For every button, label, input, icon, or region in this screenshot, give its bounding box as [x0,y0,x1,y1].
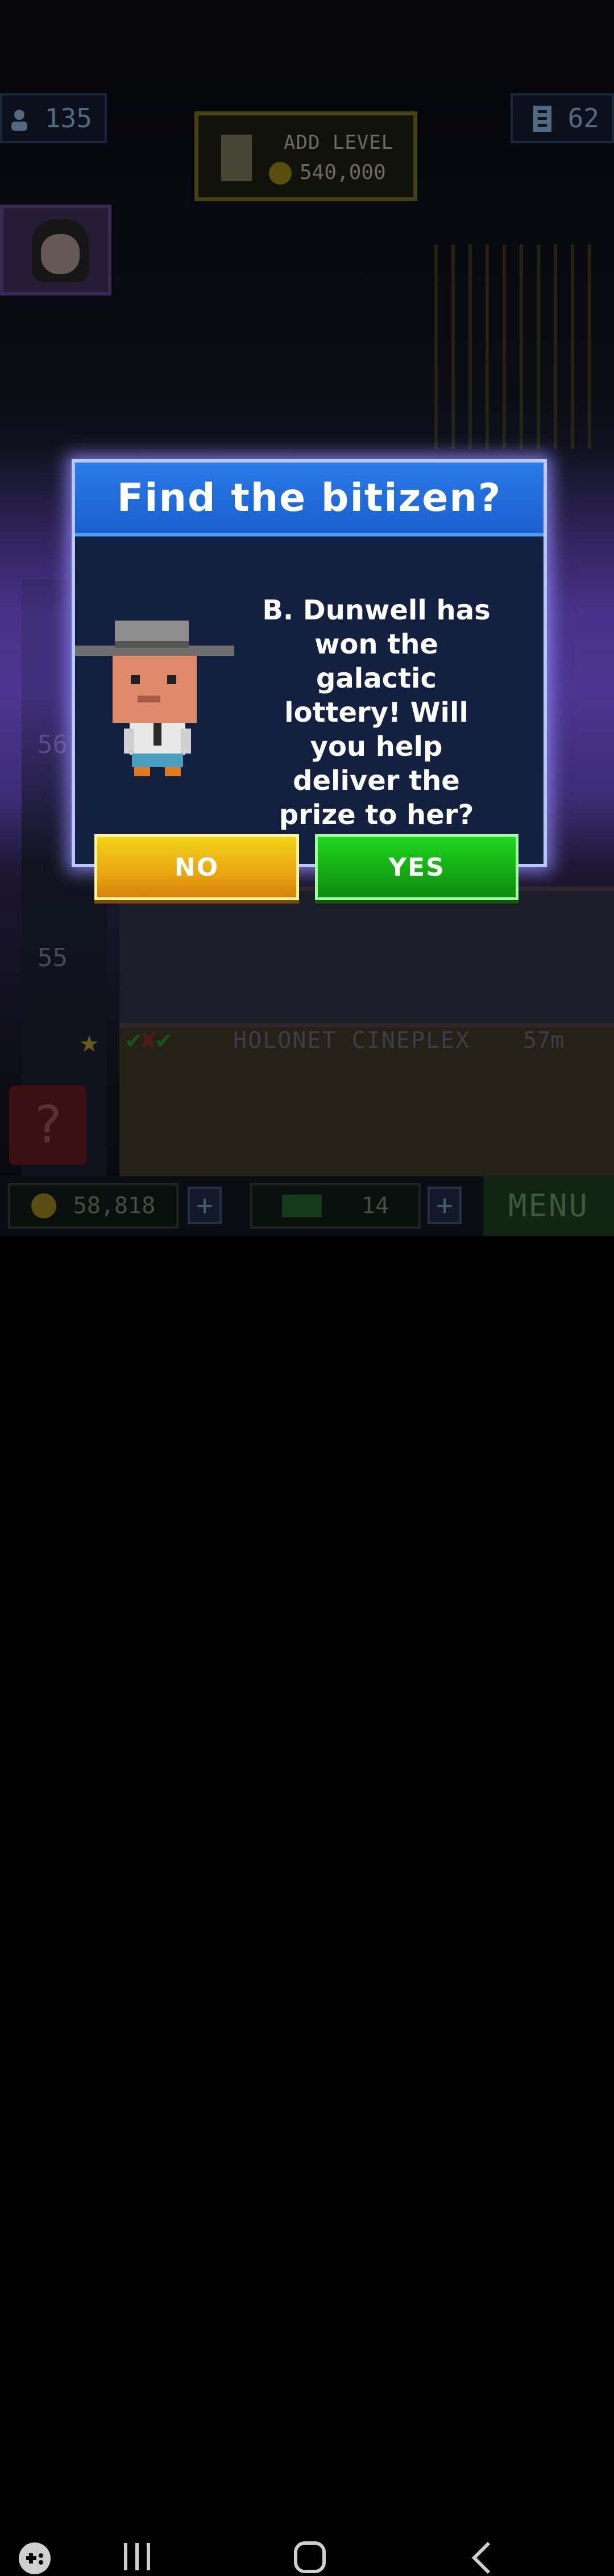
find-bitizen-dialog: Find the bitizen? B. Dunwell has won the… [72,459,547,867]
dialog-message: B. Dunwell has won the galactic lottery!… [262,594,491,831]
game-view: 135 62 ADD LEVEL 540,000 56 55 ★ ✔✘✔ HOL… [0,0,614,1236]
system-nav-bar [0,1236,614,2574]
no-button[interactable]: NO [94,834,299,900]
back-icon[interactable] [470,2541,492,2575]
yes-button[interactable]: YES [315,834,518,900]
dialog-title: Find the bitizen? [117,475,502,521]
bitizen-character [75,621,234,776]
game-launcher-icon[interactable] [17,2541,52,2576]
home-icon[interactable] [293,2541,326,2574]
recents-icon[interactable] [122,2542,152,2571]
